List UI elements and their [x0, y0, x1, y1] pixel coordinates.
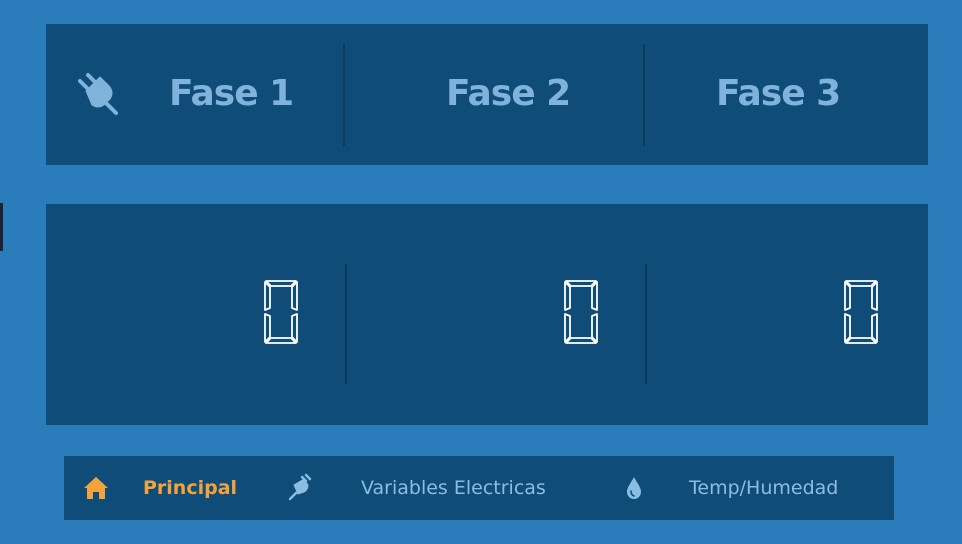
phase-1-title: Fase 1	[169, 73, 294, 114]
segment-b	[871, 281, 878, 311]
segment-b	[291, 281, 298, 311]
segment-d	[565, 337, 597, 344]
nav-item-temp-humedad[interactable]: Temp/Humedad	[620, 456, 890, 520]
segment-c	[871, 313, 878, 343]
nav-item-principal[interactable]: Principal	[82, 456, 242, 520]
segment-e	[844, 313, 851, 343]
nav-label-principal: Principal	[143, 477, 238, 499]
segment-a	[565, 280, 597, 287]
phase-2-reading	[564, 280, 598, 344]
phase-3-title: Fase 3	[716, 73, 841, 114]
nav-item-variables-electricas[interactable]: Variables Electricas	[286, 456, 586, 520]
phase-2-title: Fase 2	[446, 73, 571, 114]
phase-1-reading	[264, 280, 298, 344]
segment-a	[265, 280, 297, 287]
water-drop-icon	[627, 477, 641, 499]
segment-f	[844, 281, 851, 311]
segment-e	[264, 313, 271, 343]
segment-a	[845, 280, 877, 287]
phases-header-panel: Fase 1 Fase 2 Fase 3	[46, 24, 928, 165]
plug-icon	[288, 473, 312, 501]
segment-c	[291, 313, 298, 343]
nav-label-temp-humedad: Temp/Humedad	[689, 477, 839, 499]
nav-label-variables-electricas: Variables Electricas	[361, 477, 546, 499]
edge-marker	[0, 203, 3, 251]
segment-e	[564, 313, 571, 343]
header-divider-2	[643, 44, 645, 146]
segment-f	[264, 281, 271, 311]
app-frame: Fase 1 Fase 2 Fase 3 Principal Variables…	[0, 0, 962, 544]
values-divider-1	[345, 264, 347, 384]
plug-icon	[78, 73, 118, 115]
values-divider-2	[645, 264, 647, 384]
segment-f	[564, 281, 571, 311]
segment-b	[591, 281, 598, 311]
readings-panel	[46, 204, 928, 425]
home-icon	[84, 477, 108, 499]
header-divider-1	[343, 44, 345, 146]
bottom-nav: Principal Variables Electricas Temp/Hume…	[64, 456, 894, 520]
segment-d	[265, 337, 297, 344]
phase-3-reading	[844, 280, 878, 344]
segment-d	[845, 337, 877, 344]
segment-c	[591, 313, 598, 343]
